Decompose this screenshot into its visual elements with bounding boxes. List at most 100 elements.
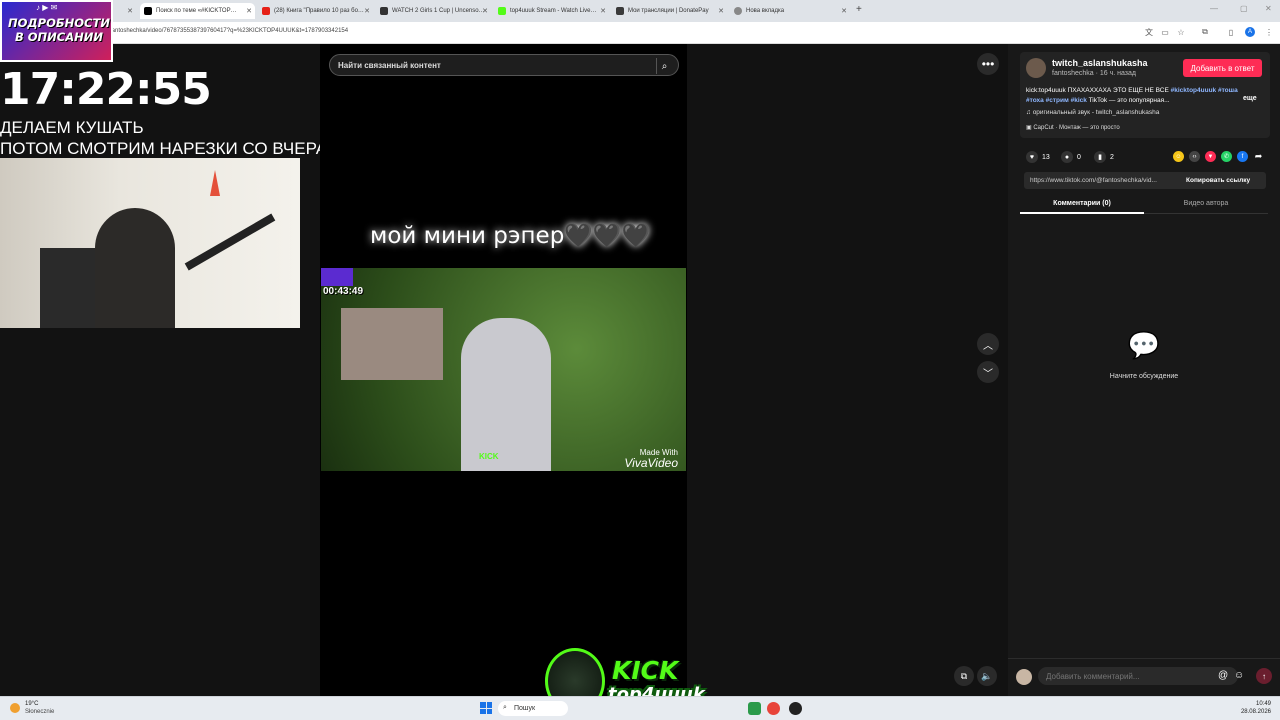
weather-temp: 19°C xyxy=(25,701,39,707)
tab-author-videos[interactable]: Видео автора xyxy=(1144,196,1268,214)
facebook-icon[interactable]: f xyxy=(1237,151,1248,162)
tab-comments[interactable]: Комментарии (0) xyxy=(1020,196,1144,214)
desc-text: kick:top4uuuk ПХАХАХХАХА ЭТО ЕЩЕ НЕ ВСЕ xyxy=(1026,87,1169,94)
minimize-icon[interactable]: — xyxy=(1210,4,1218,13)
clock-date: 28.08.2026 xyxy=(1240,709,1271,715)
more-link[interactable]: еще xyxy=(1243,95,1257,102)
close-window-icon[interactable]: ✕ xyxy=(1265,4,1272,13)
close-tab-icon[interactable]: ✕ xyxy=(127,7,133,15)
browser-tab[interactable]: ✕ xyxy=(112,3,136,19)
translate-icon[interactable]: 文 xyxy=(1144,27,1154,37)
url-field[interactable]: fantoshechka/video/7678735538739760417?q… xyxy=(110,28,348,34)
video-link[interactable]: https://www.tiktok.com/@fantoshechka/vid… xyxy=(1030,177,1157,184)
author-name[interactable]: twitch_aslanshukasha xyxy=(1052,58,1148,68)
comment-button[interactable]: ● 0 xyxy=(1061,151,1081,163)
send-icon[interactable]: ▼ xyxy=(1205,151,1216,162)
clip-person xyxy=(461,318,551,471)
share-arrow-icon[interactable]: ➦ xyxy=(1253,151,1264,162)
browser-tab[interactable]: WATCH 2 Girls 1 Cup | Uncenso… ✕ xyxy=(376,3,491,19)
clip-promo-thumbnail xyxy=(321,268,353,286)
volume-icon[interactable]: 🔈 xyxy=(977,666,997,686)
sun-icon[interactable] xyxy=(10,703,20,713)
close-tab-icon[interactable]: ✕ xyxy=(718,7,724,15)
bookmark-star-icon[interactable]: ☆ xyxy=(1176,27,1186,37)
menu-kebab-icon[interactable]: ⋮ xyxy=(1264,27,1274,37)
previous-video-button[interactable]: ︿ xyxy=(977,333,999,355)
promo-banner: ♪ ▶ ✉ ПОДРОБНОСТИ В ОПИСАНИИ xyxy=(0,0,113,62)
user-avatar xyxy=(1016,669,1032,685)
comment-bar: @ ☺ ↑ xyxy=(1008,658,1280,696)
obs-app-icon[interactable] xyxy=(789,702,802,715)
sidebar-icon[interactable]: ▯ xyxy=(1226,27,1236,37)
embed-icon[interactable]: ‹› xyxy=(1189,151,1200,162)
comment-count: 0 xyxy=(1077,153,1081,161)
donatepay-icon xyxy=(616,7,624,15)
video-caption: мой мини рэпер🖤🖤🖤 xyxy=(370,223,651,249)
sound-row[interactable]: ♫ оригинальный звук - twitch_aslanshukas… xyxy=(1026,109,1159,116)
maximize-icon[interactable]: ▢ xyxy=(1240,4,1248,13)
browser-tab[interactable]: Мои трансляции | DonatePay ✕ xyxy=(612,3,727,19)
tiktok-icon xyxy=(144,7,152,15)
clock-time: 10:49 xyxy=(1255,701,1271,707)
comment-input[interactable] xyxy=(1038,667,1238,685)
details-panel xyxy=(1008,44,1280,696)
copy-link-button[interactable]: Копировать ссылку xyxy=(1186,177,1250,184)
emoji-icon[interactable]: ☺ xyxy=(1234,670,1244,681)
capcut-row[interactable]: ▣ CapCut · Монтаж — это просто xyxy=(1026,124,1120,131)
next-video-button[interactable]: ﹀ xyxy=(977,361,999,383)
extensions-icon[interactable]: ⧉ xyxy=(1200,27,1210,37)
clip-timestamp: 00:43:49 xyxy=(323,286,364,297)
watermark-big: VivaVideo xyxy=(624,456,678,470)
mention-icon[interactable]: @ xyxy=(1218,670,1228,681)
close-tab-icon[interactable]: ✕ xyxy=(364,7,370,15)
reply-button[interactable]: Добавить в ответ xyxy=(1183,59,1262,77)
whatsapp-icon[interactable]: ✆ xyxy=(1221,151,1232,162)
save-button[interactable]: ▮ 2 xyxy=(1094,151,1114,163)
share-emoji-icon[interactable]: ☺ xyxy=(1173,151,1184,162)
like-button[interactable]: ♥ 13 xyxy=(1026,151,1050,163)
weather-desc: Słonecznie xyxy=(25,709,55,715)
browser-tab[interactable]: Нова вкладка ✕ xyxy=(730,3,850,19)
tab-label: WATCH 2 Girls 1 Cup | Uncenso… xyxy=(392,8,485,14)
tab-label: top4uuuk Stream - Watch Live… xyxy=(510,8,597,14)
traffic-cone xyxy=(210,170,220,196)
new-tab-button[interactable]: + xyxy=(856,4,862,15)
webcam-feed xyxy=(0,158,300,328)
close-tab-icon[interactable]: ✕ xyxy=(482,7,488,15)
related-search-box[interactable]: Найти связанный контент ⌕ xyxy=(329,54,679,76)
browser-tab-active[interactable]: Поиск по теме «#KICKTOP… ✕ xyxy=(140,3,255,19)
browser-tab-bar: ✕ Поиск по теме «#KICKTOP… ✕ (28) Книга … xyxy=(0,0,1280,22)
more-options-button[interactable]: ••• xyxy=(977,53,999,75)
send-comment-button[interactable]: ↑ xyxy=(1256,668,1272,684)
hashtag[interactable]: #тоша xyxy=(1218,87,1238,94)
streamer xyxy=(95,208,175,328)
app-icon[interactable] xyxy=(748,702,761,715)
hashtag[interactable]: #стрим xyxy=(1046,97,1069,104)
search-icon[interactable]: ⌕ xyxy=(656,58,672,74)
tab-label: (28) Книга "Правило 10 раз бо… xyxy=(274,8,364,14)
youtube-icon xyxy=(262,7,270,15)
chrome-app-icon[interactable] xyxy=(767,702,780,715)
start-button[interactable] xyxy=(480,702,492,714)
pip-icon[interactable]: ⧉ xyxy=(954,666,974,686)
hashtag[interactable]: #тоха xyxy=(1026,97,1044,104)
tab-label: Поиск по теме «#KICKTOP… xyxy=(156,8,237,14)
heart-icon: ♥ xyxy=(1026,151,1038,163)
sound-label: оригинальный звук - twitch_aslanshukasha xyxy=(1032,109,1160,116)
profile-avatar[interactable]: A xyxy=(1245,27,1255,37)
close-tab-icon[interactable]: ✕ xyxy=(841,7,847,15)
chrome-icon xyxy=(734,7,742,15)
hashtag[interactable]: #kicktop4uuuk xyxy=(1171,87,1217,94)
taskbar-search[interactable]: Пошук xyxy=(498,701,568,716)
kick-logo-text: KICK xyxy=(612,656,679,685)
hashtag[interactable]: #kick xyxy=(1071,97,1087,104)
close-tab-icon[interactable]: ✕ xyxy=(246,7,252,15)
mic-arm xyxy=(184,213,276,271)
chalkboard xyxy=(40,248,100,328)
close-tab-icon[interactable]: ✕ xyxy=(600,7,606,15)
site-icon xyxy=(380,7,388,15)
cast-icon[interactable]: ▭ xyxy=(1160,27,1170,37)
author-avatar[interactable] xyxy=(1026,58,1046,78)
browser-tab[interactable]: top4uuuk Stream - Watch Live… ✕ xyxy=(494,3,609,19)
browser-tab[interactable]: (28) Книга "Правило 10 раз бо… ✕ xyxy=(258,3,373,19)
